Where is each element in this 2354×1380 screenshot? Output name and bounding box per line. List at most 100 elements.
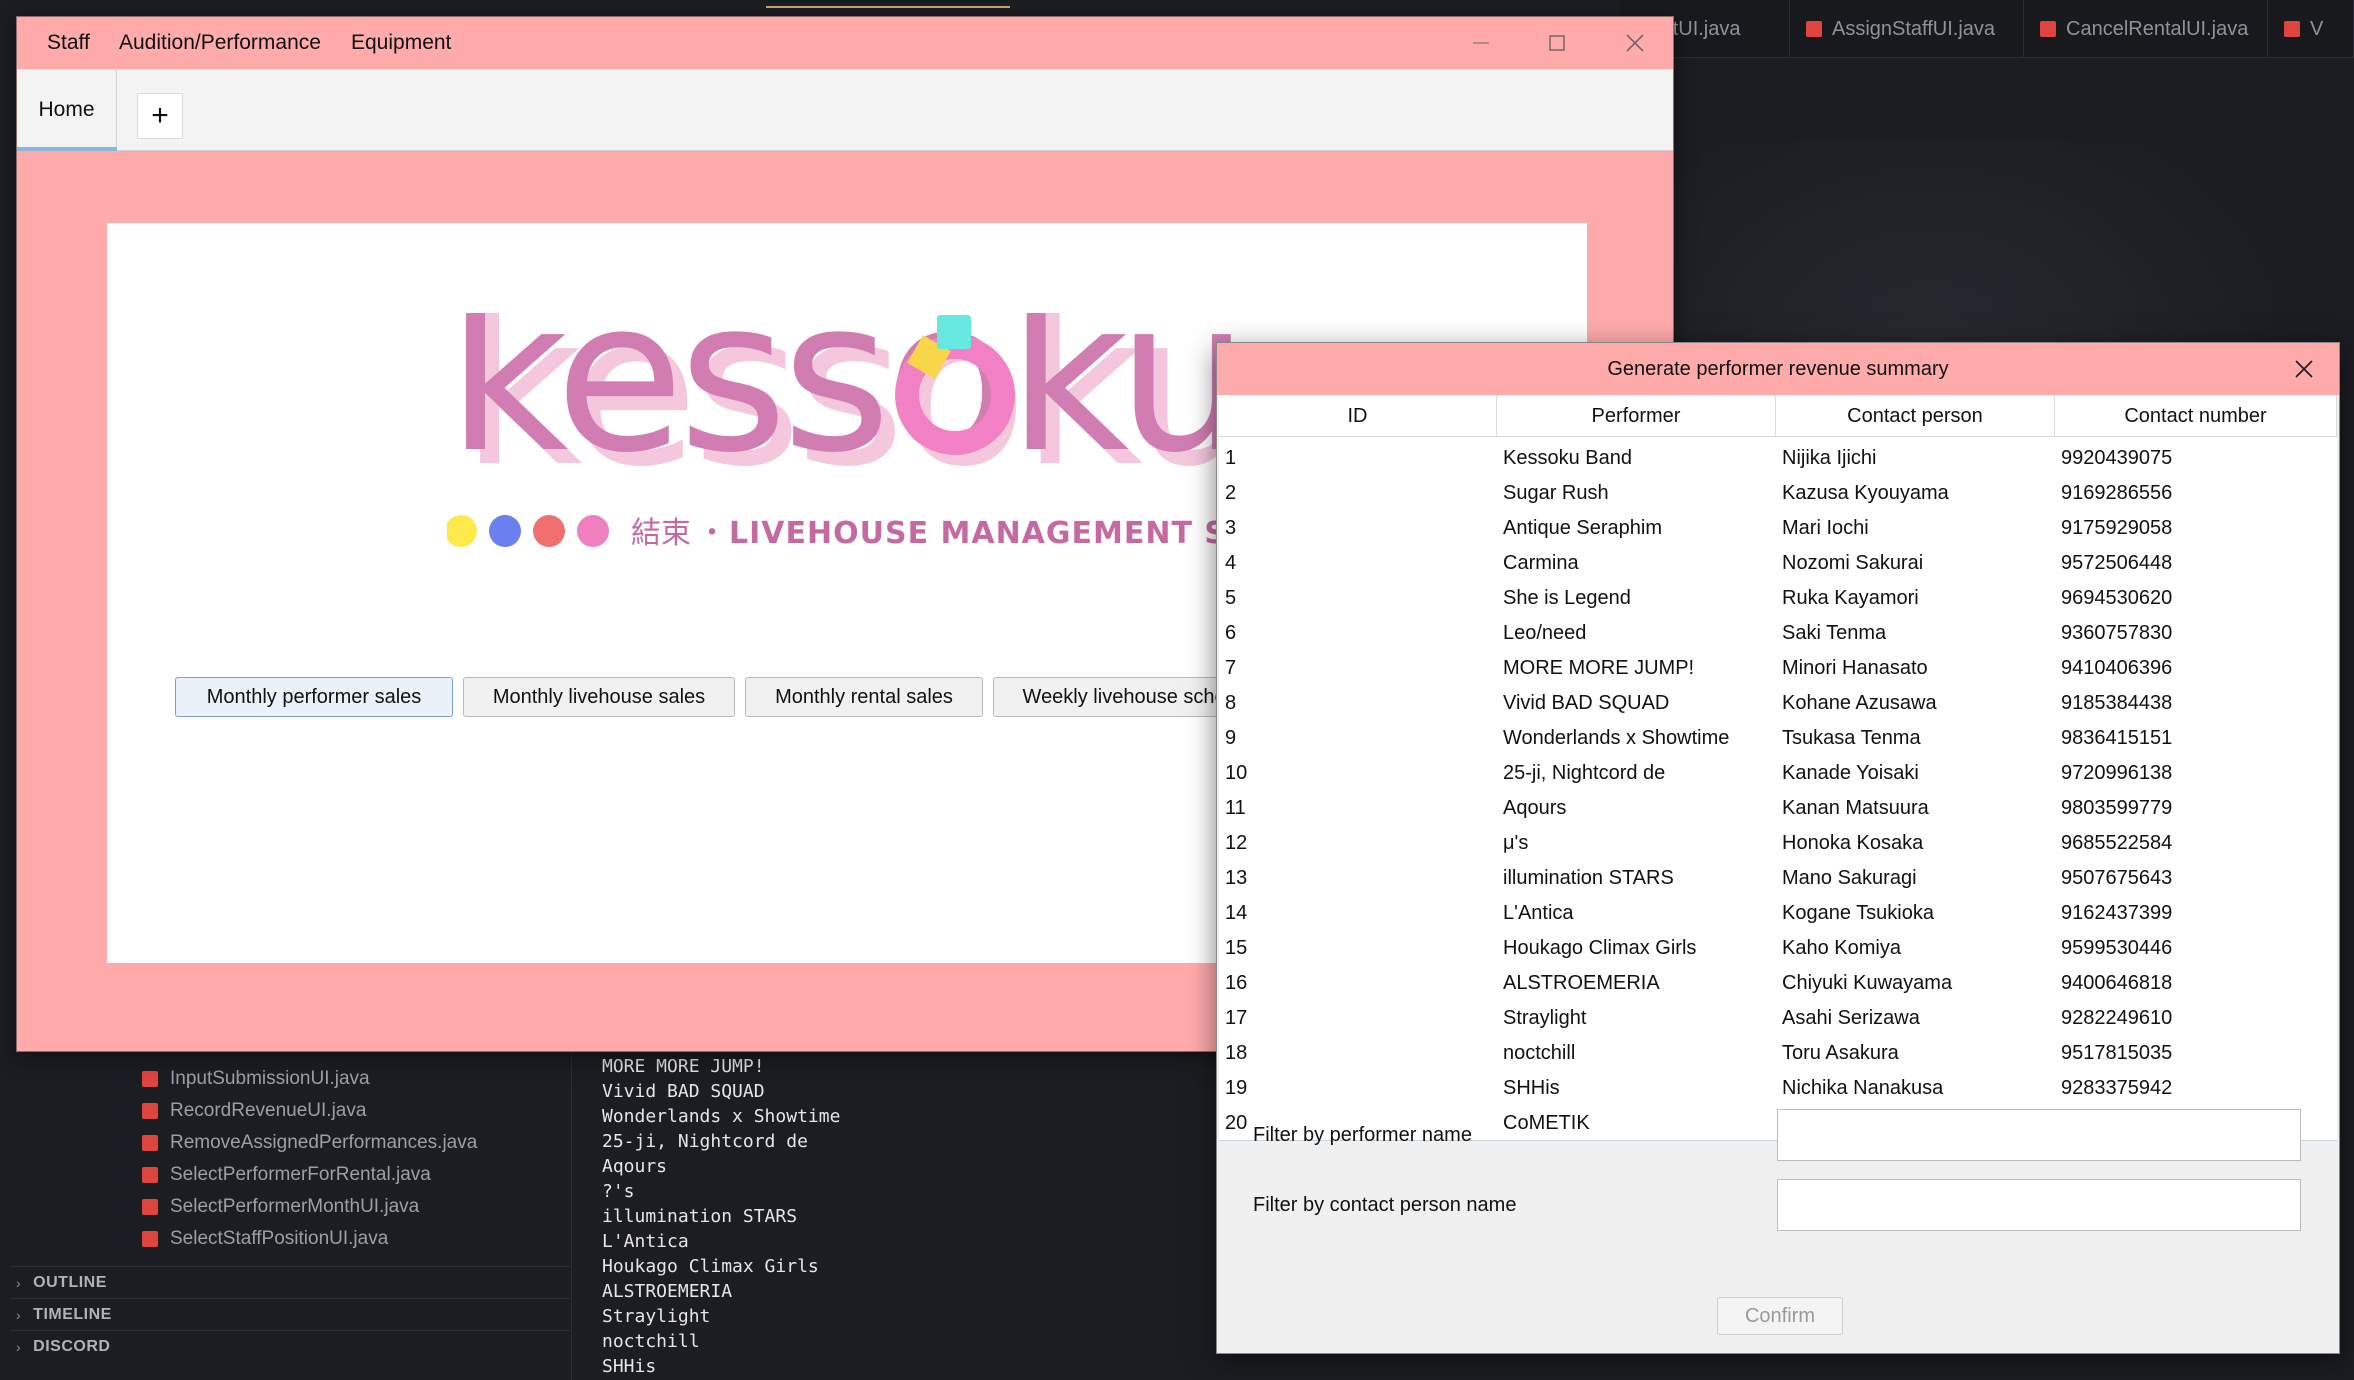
explorer-file-item[interactable]: SelectStaffPositionUI.java <box>142 1224 388 1254</box>
table-row[interactable]: 2 Sugar Rush Kazusa Kyouyama 9169286556 <box>1219 476 2337 511</box>
cell-id: 6 <box>1225 622 1237 644</box>
cell-id: 9 <box>1225 727 1237 749</box>
close-icon <box>2295 360 2313 378</box>
tab-home[interactable]: Home <box>17 69 117 151</box>
cell-contact-person: Kanan Matsuura <box>1782 797 1929 819</box>
ide-explorer-panel: InputSubmissionUI.java RecordRevenueUI.ja… <box>0 1052 572 1380</box>
table-row[interactable]: 15 Houkago Climax Girls Kaho Komiya 9599530… <box>1219 931 2337 966</box>
table-row[interactable]: 3 Antique Seraphim Mari Iochi 9175929058 <box>1219 511 2337 546</box>
table-row[interactable]: 11 Aqours Kanan Matsuura 9803599779 <box>1219 791 2337 826</box>
cell-contact-person: Minori Hanasato <box>1782 657 1928 679</box>
cell-performer: Wonderlands x Showtime <box>1503 727 1730 749</box>
java-file-icon <box>142 1071 158 1087</box>
explorer-file-item[interactable]: RemoveAssignedPerformances.java <box>142 1128 477 1158</box>
column-header-contact-person[interactable]: Contact person <box>1776 395 2055 437</box>
cell-contact-number: 9169286556 <box>2061 482 2173 504</box>
cell-performer: She is Legend <box>1503 587 1631 609</box>
cell-contact-person: Mari Iochi <box>1782 517 1869 539</box>
explorer-section-discord[interactable]: › DISCORD <box>16 1332 110 1362</box>
monthly-rental-sales-button[interactable]: Monthly rental sales <box>745 677 983 717</box>
explorer-section-divider <box>10 1330 570 1331</box>
table-row[interactable]: 19 SHHis Nichika Nanakusa 9283375942 <box>1219 1071 2337 1106</box>
ide-editor-tab[interactable]: AssignStaffUI.java <box>1790 0 2024 58</box>
explorer-file-item[interactable]: RecordRevenueUI.java <box>142 1096 366 1126</box>
explorer-file-label: InputSubmissionUI.java <box>170 1068 370 1089</box>
java-file-icon <box>142 1231 158 1247</box>
cell-contact-person: Saki Tenma <box>1782 622 1887 644</box>
menu-staff[interactable]: Staff <box>47 17 90 69</box>
column-header-performer[interactable]: Performer <box>1497 395 1776 437</box>
explorer-file-item[interactable]: InputSubmissionUI.java <box>142 1064 370 1094</box>
close-window-button[interactable] <box>1597 17 1673 69</box>
explorer-file-label: SelectStaffPositionUI.java <box>170 1228 389 1249</box>
explorer-file-item[interactable]: SelectPerformerMonthUI.java <box>142 1192 419 1222</box>
terminal-output-line: Vivid BAD SQUAD <box>602 1081 765 1102</box>
filter-contact-input[interactable] <box>1777 1179 2301 1231</box>
table-row[interactable]: 17 Straylight Asahi Serizawa 9282249610 <box>1219 1001 2337 1036</box>
explorer-section-outline[interactable]: › OUTLINE <box>16 1268 107 1298</box>
maximize-button[interactable] <box>1519 17 1595 69</box>
ide-editor-tab[interactable]: CancelRentalUI.java <box>2024 0 2268 58</box>
table-row[interactable]: 5 She is Legend Ruka Kayamori 9694530620 <box>1219 581 2337 616</box>
table-row[interactable]: 14 L'Antica Kogane Tsukioka 9162437399 <box>1219 896 2337 931</box>
table-row[interactable]: 8 Vivid BAD SQUAD Kohane Azusawa 9185384438 <box>1219 686 2337 721</box>
close-icon <box>1626 34 1644 52</box>
explorer-section-label: OUTLINE <box>33 1274 107 1291</box>
cell-contact-number: 9175929058 <box>2061 517 2173 539</box>
cell-performer: Antique Seraphim <box>1503 517 1662 539</box>
cell-performer: noctchill <box>1503 1042 1576 1064</box>
cell-contact-number: 9599530446 <box>2061 937 2173 959</box>
filter-performer-input[interactable] <box>1777 1109 2301 1161</box>
cell-performer: L'Antica <box>1503 902 1574 924</box>
monthly-performer-sales-button[interactable]: Monthly performer sales <box>175 677 453 717</box>
explorer-file-label: SelectPerformerMonthUI.java <box>170 1196 420 1217</box>
java-file-icon <box>2284 21 2300 37</box>
explorer-file-item[interactable]: SelectPerformerForRental.java <box>142 1160 431 1190</box>
revenue-summary-dialog: Generate performer revenue summary ID Pe… <box>1216 342 2340 1354</box>
terminal-output-line: SHHis <box>602 1356 657 1377</box>
table-row[interactable]: 12 μ's Honoka Kosaka 9685522584 <box>1219 826 2337 861</box>
cell-id: 17 <box>1225 1007 1248 1029</box>
table-row[interactable]: 7 MORE MORE JUMP! Minori Hanasato 941040639… <box>1219 651 2337 686</box>
menu-equipment[interactable]: Equipment <box>351 17 451 69</box>
logo-dot-pink <box>577 515 609 547</box>
monthly-livehouse-sales-button[interactable]: Monthly livehouse sales <box>463 677 735 717</box>
dialog-close-button[interactable] <box>2269 343 2339 395</box>
table-row[interactable]: 16 ALSTROEMERIA Chiyuki Kuwayama 9400646818 <box>1219 966 2337 1001</box>
table-row[interactable]: 1 Kessoku Band Nijika Ijichi 9920439075 <box>1219 441 2337 476</box>
cell-id: 14 <box>1225 902 1248 924</box>
explorer-section-timeline[interactable]: › TIMELINE <box>16 1300 112 1330</box>
cell-performer: illumination STARS <box>1503 867 1674 889</box>
ide-editor-tab-label: AssignStaffUI.java <box>1832 17 1996 40</box>
cell-contact-number: 9572506448 <box>2061 552 2173 574</box>
terminal-output-line: Wonderlands x Showtime <box>602 1106 841 1127</box>
menu-audition-performance[interactable]: Audition/Performance <box>119 17 321 69</box>
table-row[interactable]: 13 illumination STARS Mano Sakuragi 9507675… <box>1219 861 2337 896</box>
table-row[interactable]: 4 Carmina Nozomi Sakurai 9572506448 <box>1219 546 2337 581</box>
table-row[interactable]: 18 noctchill Toru Asakura 9517815035 <box>1219 1036 2337 1071</box>
java-file-icon <box>1806 21 1822 37</box>
java-file-icon <box>142 1103 158 1119</box>
explorer-section-divider <box>10 1266 570 1267</box>
cell-contact-person: Ruka Kayamori <box>1782 587 1919 609</box>
filter-performer-label: Filter by performer name <box>1253 1123 1472 1146</box>
logo-dot-blue <box>489 515 521 547</box>
chevron-right-icon: › <box>16 1339 22 1355</box>
cell-performer: Straylight <box>1503 1007 1587 1029</box>
table-row[interactable]: 10 25-ji, Nightcord de Kanade Yoisaki 97209… <box>1219 756 2337 791</box>
column-header-id[interactable]: ID <box>1219 395 1497 437</box>
logo-kanji: 結束 <box>631 516 691 551</box>
confirm-button[interactable]: Confirm <box>1717 1297 1843 1335</box>
terminal-output-line: 25-ji, Nightcord de <box>602 1131 808 1152</box>
minimize-button[interactable] <box>1443 17 1519 69</box>
ide-editor-tab[interactable]: V <box>2268 0 2354 58</box>
column-header-contact-number[interactable]: Contact number <box>2055 395 2337 437</box>
cell-performer: Sugar Rush <box>1503 482 1609 504</box>
cell-contact-person: Chiyuki Kuwayama <box>1782 972 1953 994</box>
cell-contact-person: Nozomi Sakurai <box>1782 552 1924 574</box>
table-row[interactable]: 6 Leo/need Saki Tenma 9360757830 <box>1219 616 2337 651</box>
cell-contact-number: 9360757830 <box>2061 622 2173 644</box>
add-tab-button[interactable]: + <box>137 93 183 139</box>
cell-contact-number: 9720996138 <box>2061 762 2173 784</box>
table-row[interactable]: 9 Wonderlands x Showtime Tsukasa Tenma 9836… <box>1219 721 2337 756</box>
